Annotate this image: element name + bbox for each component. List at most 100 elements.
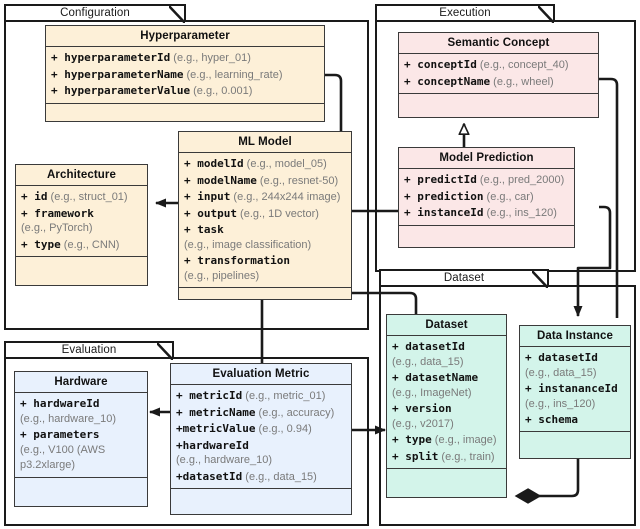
- class-title-evaluation-metric: Evaluation Metric: [171, 364, 351, 385]
- class-attribute: + schema: [525, 412, 625, 428]
- attribute-example: (e.g., 0.001): [190, 85, 253, 97]
- attribute-name: + hyperparameterName: [51, 67, 184, 81]
- attribute-name: +hardwareId: [176, 438, 249, 452]
- attribute-name: + datasetId: [525, 351, 598, 364]
- class-attribute: (e.g., data_15): [525, 366, 597, 379]
- class-footer-hyperparameter: [46, 104, 324, 124]
- attribute-example: (e.g., resnet-50): [256, 174, 339, 187]
- class-attrs-model-prediction: + predictId (e.g., pred_2000) + predictio…: [399, 169, 574, 226]
- attribute-name: + parameters: [20, 428, 100, 441]
- class-attribute: (e.g., v2017): [392, 417, 454, 430]
- attribute-name: + conceptName: [404, 74, 491, 88]
- class-attribute: + datasetId: [392, 339, 501, 355]
- class-attribute: (e.g., data_15): [392, 355, 464, 368]
- attribute-example: (e.g., concept_40): [476, 59, 569, 71]
- attribute-example: (e.g., ins_120): [483, 207, 557, 219]
- attribute-name: +datasetId: [176, 469, 243, 483]
- attribute-name: + instananceId: [525, 382, 618, 395]
- attribute-example: (e.g., 1D vector): [236, 207, 319, 220]
- attribute-example: (e.g., train): [438, 450, 495, 463]
- class-box-dataset[interactable]: Dataset + datasetId (e.g., data_15) + data…: [386, 314, 507, 498]
- class-title-ml-model: ML Model: [179, 132, 351, 153]
- class-title-data-instance: Data Instance: [520, 326, 630, 347]
- class-attribute: + datasetName: [392, 370, 501, 386]
- class-title-semantic-concept: Semantic Concept: [399, 33, 598, 54]
- class-title-dataset: Dataset: [387, 315, 506, 336]
- class-box-ml-model[interactable]: ML Model + modelId (e.g., model_05) + mod…: [178, 131, 352, 300]
- attribute-name: + task: [184, 223, 224, 236]
- class-attrs-hyperparameter: + hyperparameterId (e.g., hyper_01) + hyp…: [46, 47, 324, 104]
- package-label-evaluation: Evaluation: [61, 344, 117, 356]
- class-title-architecture: Architecture: [16, 165, 147, 186]
- attribute-example: (e.g., image): [431, 434, 497, 446]
- class-attribute: + type (e.g., image): [392, 432, 501, 449]
- class-attribute: + modelId (e.g., model_05): [184, 156, 346, 173]
- class-box-model-prediction[interactable]: Model Prediction + predictId (e.g., pred…: [398, 147, 575, 248]
- class-attribute: + prediction (e.g., car): [404, 189, 569, 206]
- class-attribute: (e.g., hardware_10): [176, 454, 272, 466]
- class-footer-semantic-concept: [399, 94, 598, 114]
- class-attribute: + instananceId: [525, 381, 625, 397]
- attribute-example: (e.g., data_15): [242, 470, 317, 483]
- class-footer-evaluation-metric: [171, 489, 351, 509]
- class-attribute: + task: [184, 222, 346, 238]
- class-attribute: + type (e.g., CNN): [21, 237, 142, 254]
- attribute-example: (e.g., accuracy): [255, 406, 335, 419]
- attribute-name: + modelName: [184, 173, 257, 187]
- class-footer-dataset: [387, 469, 506, 489]
- class-box-hyperparameter[interactable]: Hyperparameter + hyperparameterId (e.g.,…: [45, 25, 325, 122]
- attribute-name: + hyperparameterId: [51, 51, 171, 64]
- class-box-architecture[interactable]: Architecture + id (e.g., struct_01) + fra…: [15, 164, 148, 286]
- class-attrs-evaluation-metric: + metricId (e.g., metric_01) + metricName…: [171, 385, 351, 489]
- package-tab-dataset: Dataset: [379, 269, 549, 288]
- attribute-name: + id: [21, 190, 48, 203]
- class-attribute: p3.2xlarge): [20, 459, 76, 471]
- class-attribute: + metricName (e.g., accuracy): [176, 405, 346, 422]
- class-attribute: + datasetId: [525, 350, 625, 366]
- class-box-semantic-concept[interactable]: Semantic Concept + conceptId (e.g., conc…: [398, 32, 599, 118]
- attribute-example: (e.g., struct_01): [47, 191, 128, 203]
- class-attribute: +metricValue (e.g., 0.94): [176, 421, 346, 438]
- attribute-name: + hyperparameterValue: [51, 84, 191, 97]
- class-attrs-data-instance: + datasetId (e.g., data_15) + instananceId…: [520, 347, 630, 432]
- attribute-name: + framework: [21, 206, 94, 220]
- class-footer-data-instance: [520, 432, 630, 452]
- attribute-name: + input: [184, 190, 231, 203]
- attribute-name: + transformation: [184, 254, 290, 267]
- class-attrs-semantic-concept: + conceptId (e.g., concept_40) + conceptN…: [399, 54, 598, 94]
- class-attribute: + input (e.g., 244x244 image): [184, 189, 346, 206]
- attribute-example: (e.g., wheel): [490, 75, 554, 88]
- attribute-name: + schema: [525, 413, 578, 426]
- class-title-hardware: Hardware: [15, 372, 147, 393]
- attribute-name: + type: [21, 237, 61, 251]
- class-attrs-hardware: + hardwareId (e.g., hardware_10) + paramet…: [15, 393, 147, 478]
- class-attribute: + split (e.g., train): [392, 449, 501, 466]
- attribute-example: (e.g., 244x244 image): [230, 191, 341, 203]
- class-attribute: (e.g., ImageNet): [392, 386, 472, 399]
- class-box-data-instance[interactable]: Data Instance + datasetId (e.g., data_15)…: [519, 325, 631, 459]
- package-tab-configuration: Configuration: [4, 4, 186, 23]
- class-title-hyperparameter: Hyperparameter: [46, 26, 324, 47]
- attribute-example: (e.g., hyper_01): [170, 52, 251, 64]
- class-attribute: + conceptName (e.g., wheel): [404, 74, 593, 91]
- class-attribute: + instanceId (e.g., ins_120): [404, 205, 569, 222]
- class-box-hardware[interactable]: Hardware + hardwareId (e.g., hardware_10)…: [14, 371, 148, 507]
- attribute-name: + predictId: [404, 173, 477, 186]
- attribute-name: + metricName: [176, 405, 256, 419]
- class-attrs-ml-model: + modelId (e.g., model_05) + modelName (e…: [179, 153, 351, 288]
- attribute-name: + conceptId: [404, 58, 477, 71]
- class-attribute: + id (e.g., struct_01): [21, 189, 142, 206]
- attribute-example: (e.g., learning_rate): [183, 68, 283, 81]
- class-attrs-architecture: + id (e.g., struct_01) + framework (e.g., …: [16, 186, 147, 257]
- class-attribute: + transformation: [184, 253, 346, 269]
- class-attribute: + predictId (e.g., pred_2000): [404, 172, 569, 189]
- class-box-evaluation-metric[interactable]: Evaluation Metric + metricId (e.g., metr…: [170, 363, 352, 515]
- class-attribute: + hyperparameterValue (e.g., 0.001): [51, 83, 319, 100]
- class-attribute: +hardwareId: [176, 438, 346, 454]
- class-footer-hardware: [15, 478, 147, 498]
- class-attribute: (e.g., image classification): [184, 238, 312, 251]
- attribute-name: + version: [392, 402, 452, 415]
- class-attribute: + parameters: [20, 427, 142, 443]
- attribute-name: + metricId: [176, 389, 243, 402]
- class-attribute: + output (e.g., 1D vector): [184, 206, 346, 223]
